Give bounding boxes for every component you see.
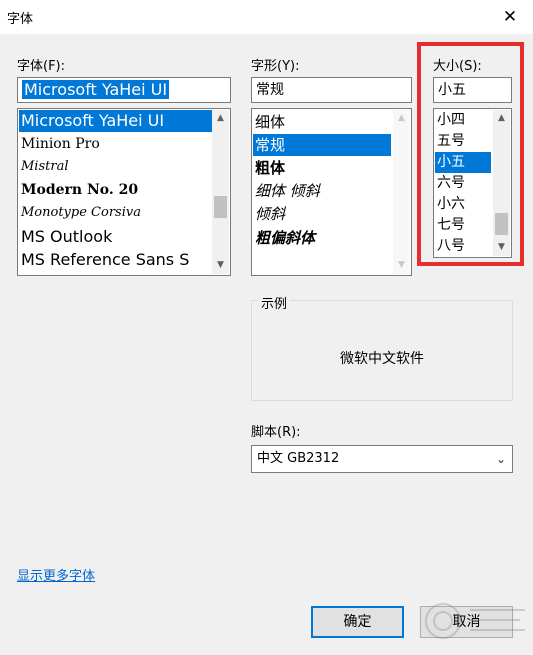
font-list[interactable]: Microsoft YaHei UI Minion Pro Mistral Mo… (17, 108, 231, 276)
script-label: 脚本(R): (251, 425, 301, 440)
title-bar: 字体 ✕ (0, 0, 533, 34)
font-list-item[interactable]: Minion Pro (19, 133, 213, 155)
script-select-value: 中文 GB2312 (257, 451, 340, 466)
font-list-item[interactable]: MS Reference Sans S (19, 249, 213, 271)
style-list-scrollbar[interactable]: ▲ ▼ (393, 110, 410, 274)
style-list-item[interactable]: 常规 (253, 134, 391, 156)
style-label: 字形(Y): (251, 59, 300, 74)
font-label: 字体(F): (17, 59, 66, 74)
style-list-item[interactable]: 细体 倾斜 (253, 180, 393, 202)
font-list-item[interactable]: Mistral (19, 156, 213, 178)
font-list-scrollbar[interactable]: ▲ ▼ (212, 110, 229, 274)
style-list-item[interactable]: 细体 (253, 111, 393, 133)
font-list-item[interactable]: Monotype Corsiva (19, 202, 213, 224)
font-list-item[interactable]: Microsoft YaHei UI (19, 110, 213, 132)
font-name-input-value: Microsoft YaHei UI (22, 80, 170, 99)
script-select[interactable]: 中文 GB2312 ⌄ (251, 445, 513, 473)
scroll-down-icon[interactable]: ▼ (212, 257, 229, 274)
font-style-input[interactable]: 常规 (251, 77, 412, 103)
close-icon[interactable]: ✕ (487, 0, 533, 34)
show-more-fonts-link[interactable]: 显示更多字体 (17, 565, 95, 584)
cancel-button[interactable]: 取消 (420, 606, 513, 638)
dialog-title: 字体 (7, 12, 34, 27)
font-list-item[interactable]: MS Outlook (19, 226, 213, 248)
ok-button[interactable]: 确定 (311, 606, 404, 638)
font-style-list[interactable]: 细体 常规 粗体 细体 倾斜 倾斜 粗偏斜体 ▲ ▼ (251, 108, 412, 276)
sample-group-title: 示例 (258, 293, 291, 312)
sample-preview-text: 微软中文软件 (340, 351, 424, 367)
chevron-down-icon[interactable]: ⌄ (496, 446, 506, 472)
scroll-thumb[interactable] (214, 196, 227, 218)
style-list-item[interactable]: 倾斜 (253, 203, 393, 225)
font-name-input[interactable]: Microsoft YaHei UI (17, 77, 231, 103)
style-list-item[interactable]: 粗体 (253, 157, 393, 179)
font-list-item[interactable]: Modern No. 20 (19, 179, 213, 201)
scroll-up-icon: ▲ (398, 113, 405, 123)
style-list-item[interactable]: 粗偏斜体 (253, 227, 393, 249)
scroll-down-icon: ▼ (398, 260, 405, 270)
scroll-up-icon[interactable]: ▲ (212, 110, 229, 127)
size-highlight-frame (417, 42, 524, 266)
